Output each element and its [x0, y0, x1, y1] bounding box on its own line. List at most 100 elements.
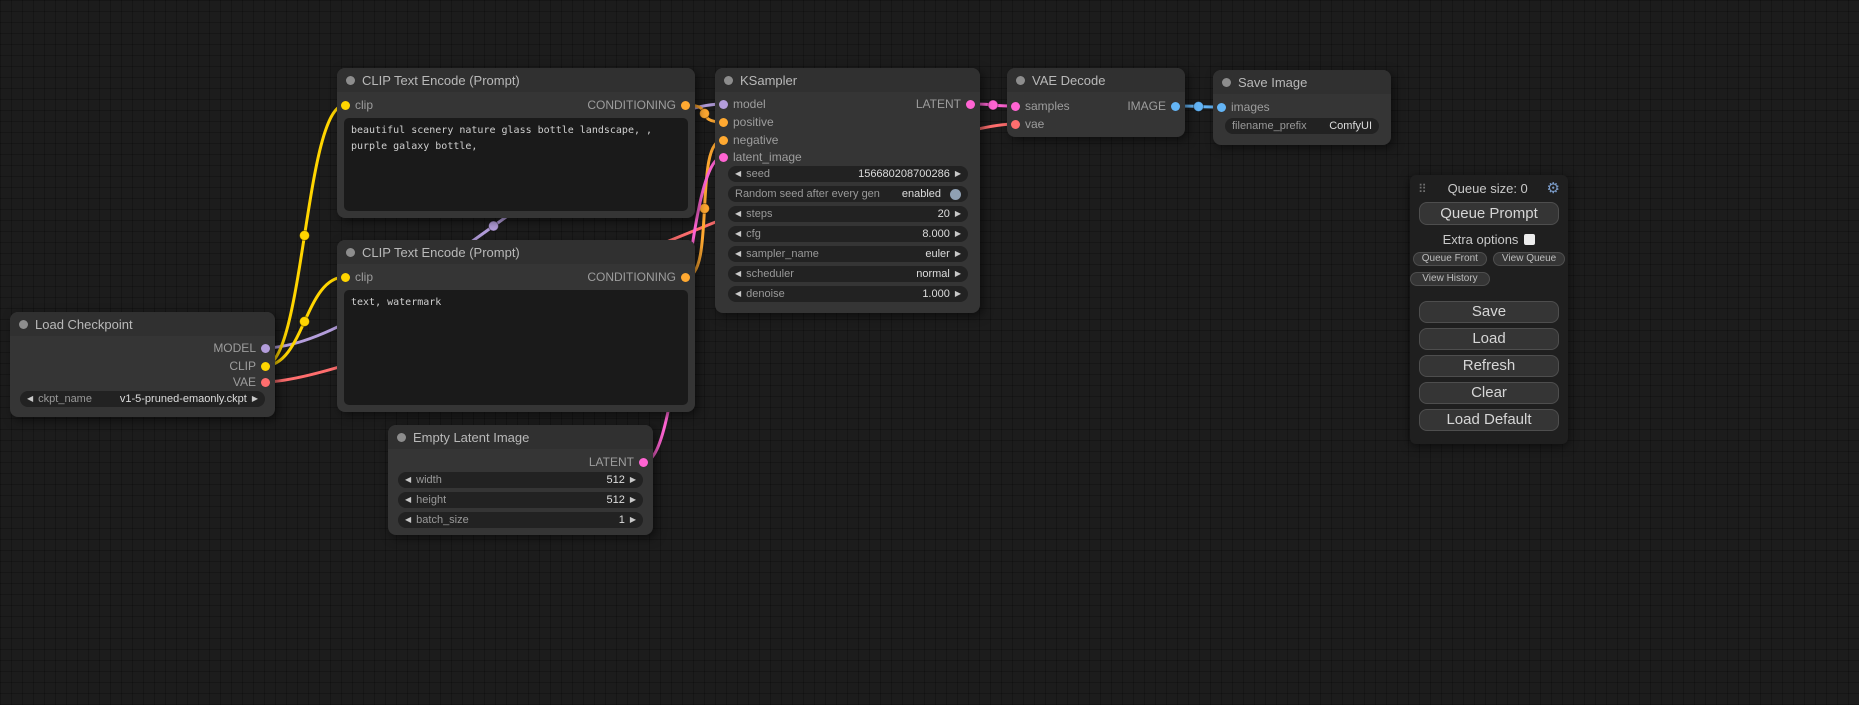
input-slot-model[interactable]: model	[719, 97, 766, 111]
clip-slot-dot[interactable]	[341, 273, 350, 282]
cfg-stepper[interactable]: ◀ cfg 8.000 ▶	[728, 226, 968, 242]
decrement-arrow-icon[interactable]: ◀	[735, 290, 741, 298]
latent-slot-dot[interactable]	[966, 100, 975, 109]
settings-gear-icon[interactable]: ⚙	[1547, 181, 1560, 196]
scheduler-combo[interactable]: ◀ scheduler normal ▶	[728, 266, 968, 282]
steps-stepper[interactable]: ◀ steps 20 ▶	[728, 206, 968, 222]
denoise-stepper[interactable]: ◀ denoise 1.000 ▶	[728, 286, 968, 302]
decrement-arrow-icon[interactable]: ◀	[405, 476, 411, 484]
output-slot-conditioning[interactable]: CONDITIONING	[587, 98, 690, 112]
increment-arrow-icon[interactable]: ▶	[630, 516, 636, 524]
widget-name: sampler_name	[746, 248, 819, 260]
input-slot-samples[interactable]: samples	[1011, 99, 1070, 113]
node-title-bar[interactable]: CLIP Text Encode (Prompt)	[337, 240, 695, 264]
node-vae-decode[interactable]: VAE Decode samples vae IMAGE	[1007, 68, 1185, 137]
input-slot-images[interactable]: images	[1217, 100, 1270, 114]
height-stepper[interactable]: ◀ height 512 ▶	[398, 492, 643, 508]
node-title-bar[interactable]: VAE Decode	[1007, 68, 1185, 92]
node-title-bar[interactable]: Save Image	[1213, 70, 1391, 94]
input-slot-clip[interactable]: clip	[341, 98, 373, 112]
latent-slot-dot[interactable]	[1011, 102, 1020, 111]
widget-value: 1	[619, 514, 625, 526]
node-empty-latent-image[interactable]: Empty Latent Image LATENT ◀ width 512 ▶ …	[388, 425, 653, 535]
output-slot-latent[interactable]: LATENT	[916, 97, 975, 111]
load-default-button[interactable]: Load Default	[1419, 409, 1559, 431]
width-stepper[interactable]: ◀ width 512 ▶	[398, 472, 643, 488]
decrement-arrow-icon[interactable]: ◀	[735, 230, 741, 238]
model-slot-dot[interactable]	[261, 344, 270, 353]
conditioning-slot-dot[interactable]	[719, 118, 728, 127]
widget-name: Random seed after every gen	[735, 188, 880, 200]
input-slot-latent-image[interactable]: latent_image	[719, 150, 802, 164]
clip-slot-dot[interactable]	[261, 362, 270, 371]
node-title-bar[interactable]: CLIP Text Encode (Prompt)	[337, 68, 695, 92]
clip-slot-dot[interactable]	[341, 101, 350, 110]
decrement-arrow-icon[interactable]: ◀	[735, 250, 741, 258]
toggle-knob[interactable]	[950, 189, 961, 200]
refresh-button[interactable]: Refresh	[1419, 355, 1559, 377]
node-clip-text-encode-negative[interactable]: CLIP Text Encode (Prompt) clip CONDITION…	[337, 240, 695, 412]
output-slot-vae[interactable]: VAE	[233, 375, 270, 389]
increment-arrow-icon[interactable]: ▶	[955, 270, 961, 278]
model-slot-dot[interactable]	[719, 100, 728, 109]
image-slot-dot[interactable]	[1217, 103, 1226, 112]
node-editor-canvas[interactable]: Load Checkpoint MODEL CLIP VAE ◀ ckpt_na…	[0, 0, 1859, 705]
ckpt-name-combo[interactable]: ◀ ckpt_name v1-5-pruned-emaonly.ckpt ▶	[20, 391, 265, 407]
seed-stepper[interactable]: ◀ seed 156680208700286 ▶	[728, 166, 968, 182]
clear-button[interactable]: Clear	[1419, 382, 1559, 404]
output-slot-clip[interactable]: CLIP	[229, 359, 270, 373]
input-slot-negative[interactable]: negative	[719, 133, 778, 147]
decrement-arrow-icon[interactable]: ◀	[735, 270, 741, 278]
random-seed-toggle[interactable]: Random seed after every gen enabled	[728, 186, 968, 202]
output-slot-conditioning[interactable]: CONDITIONING	[587, 270, 690, 284]
filename-prefix-field[interactable]: filename_prefix ComfyUI	[1225, 118, 1379, 134]
view-history-button[interactable]: View History	[1410, 272, 1490, 286]
negative-prompt-textarea[interactable]: text, watermark	[344, 290, 688, 405]
node-title-bar[interactable]: Load Checkpoint	[10, 312, 275, 336]
latent-slot-dot[interactable]	[719, 153, 728, 162]
node-load-checkpoint[interactable]: Load Checkpoint MODEL CLIP VAE ◀ ckpt_na…	[10, 312, 275, 417]
increment-arrow-icon[interactable]: ▶	[630, 496, 636, 504]
queue-prompt-button[interactable]: Queue Prompt	[1419, 202, 1559, 225]
node-title-bar[interactable]: Empty Latent Image	[388, 425, 653, 449]
sampler-name-combo[interactable]: ◀ sampler_name euler ▶	[728, 246, 968, 262]
latent-slot-dot[interactable]	[639, 458, 648, 467]
output-slot-latent[interactable]: LATENT	[589, 455, 648, 469]
node-save-image[interactable]: Save Image images filename_prefix ComfyU…	[1213, 70, 1391, 145]
conditioning-slot-dot[interactable]	[681, 273, 690, 282]
node-ksampler[interactable]: KSampler model positive negative latent_…	[715, 68, 980, 313]
image-slot-dot[interactable]	[1171, 102, 1180, 111]
node-clip-text-encode-positive[interactable]: CLIP Text Encode (Prompt) clip CONDITION…	[337, 68, 695, 218]
node-title-bar[interactable]: KSampler	[715, 68, 980, 92]
increment-arrow-icon[interactable]: ▶	[955, 210, 961, 218]
decrement-arrow-icon[interactable]: ◀	[735, 210, 741, 218]
decrement-arrow-icon[interactable]: ◀	[735, 170, 741, 178]
decrement-arrow-icon[interactable]: ◀	[27, 395, 33, 403]
increment-arrow-icon[interactable]: ▶	[252, 395, 258, 403]
save-button[interactable]: Save	[1419, 301, 1559, 323]
extra-options-checkbox[interactable]	[1524, 234, 1535, 245]
increment-arrow-icon[interactable]: ▶	[955, 290, 961, 298]
positive-prompt-textarea[interactable]: beautiful scenery nature glass bottle la…	[344, 118, 688, 211]
load-button[interactable]: Load	[1419, 328, 1559, 350]
output-slot-image[interactable]: IMAGE	[1127, 99, 1180, 113]
conditioning-slot-dot[interactable]	[719, 136, 728, 145]
increment-arrow-icon[interactable]: ▶	[955, 170, 961, 178]
decrement-arrow-icon[interactable]: ◀	[405, 496, 411, 504]
queue-front-button[interactable]: Queue Front	[1413, 252, 1487, 266]
batch-size-stepper[interactable]: ◀ batch_size 1 ▶	[398, 512, 643, 528]
widget-name: scheduler	[746, 268, 794, 280]
increment-arrow-icon[interactable]: ▶	[955, 250, 961, 258]
conditioning-slot-dot[interactable]	[681, 101, 690, 110]
drag-handle-icon[interactable]: ⠿	[1418, 182, 1427, 196]
input-slot-positive[interactable]: positive	[719, 115, 774, 129]
decrement-arrow-icon[interactable]: ◀	[405, 516, 411, 524]
input-slot-vae[interactable]: vae	[1011, 117, 1044, 131]
increment-arrow-icon[interactable]: ▶	[630, 476, 636, 484]
input-slot-clip[interactable]: clip	[341, 270, 373, 284]
increment-arrow-icon[interactable]: ▶	[955, 230, 961, 238]
vae-slot-dot[interactable]	[1011, 120, 1020, 129]
view-queue-button[interactable]: View Queue	[1493, 252, 1565, 266]
output-slot-model[interactable]: MODEL	[213, 341, 270, 355]
vae-slot-dot[interactable]	[261, 378, 270, 387]
